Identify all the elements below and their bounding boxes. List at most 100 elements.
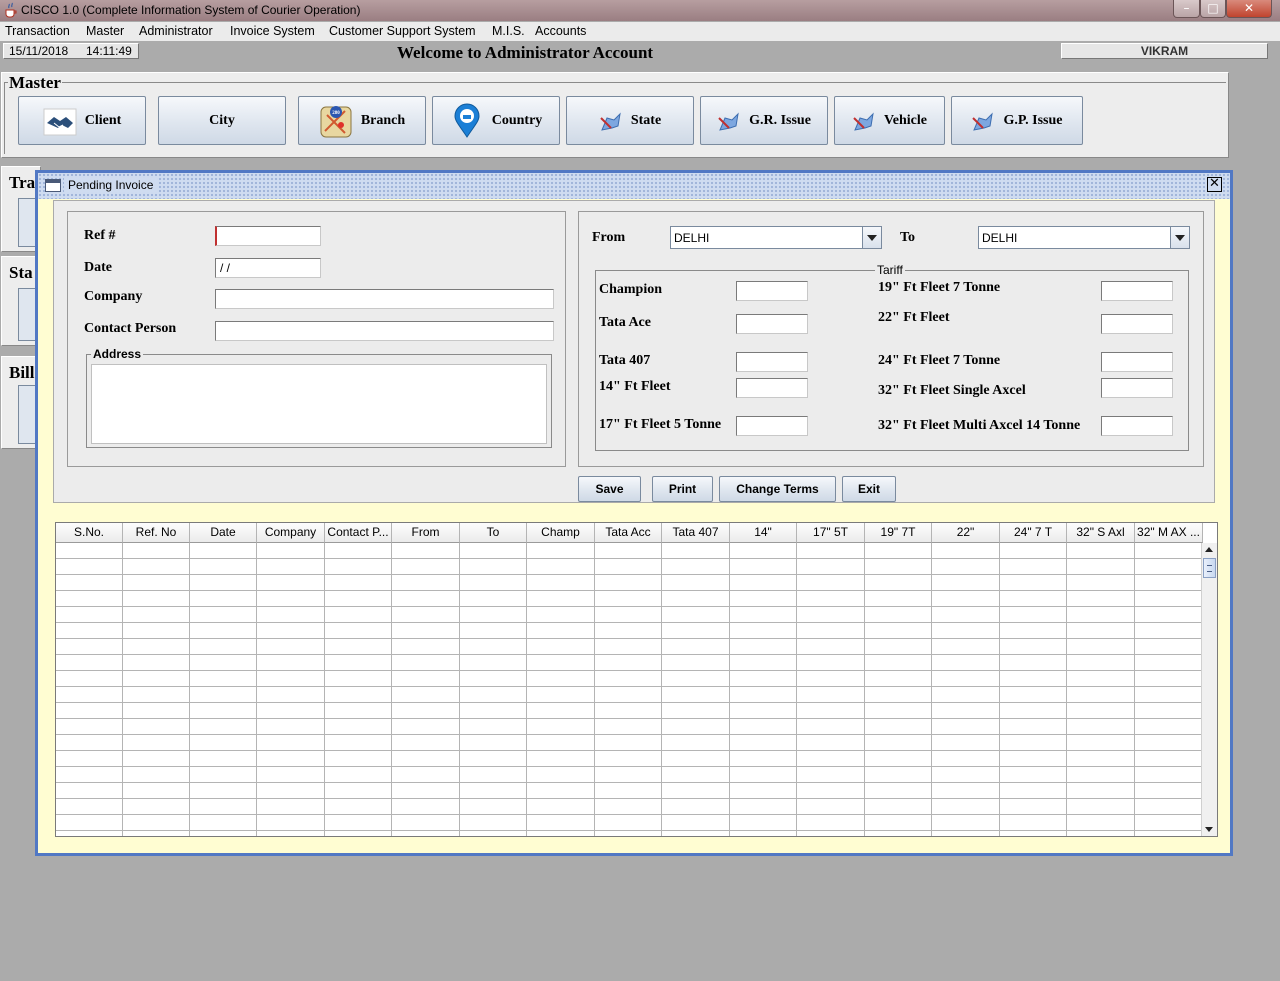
table-cell[interactable] (392, 751, 460, 767)
column-header[interactable]: Date (190, 523, 257, 543)
table-cell[interactable] (56, 607, 123, 623)
vehicle-button[interactable]: Vehicle (834, 96, 945, 145)
table-cell[interactable] (460, 687, 527, 703)
menu-accounts[interactable]: Accounts (535, 24, 586, 38)
table-cell[interactable] (865, 655, 932, 671)
branch-button[interactable]: 280 Branch (298, 96, 426, 145)
table-cell[interactable] (1000, 623, 1067, 639)
table-cell[interactable] (865, 607, 932, 623)
table-cell[interactable] (1067, 735, 1135, 751)
table-cell[interactable] (1067, 783, 1135, 799)
table-cell[interactable] (527, 799, 595, 815)
table-cell[interactable] (56, 783, 123, 799)
table-cell[interactable] (797, 751, 865, 767)
table-cell[interactable] (662, 751, 730, 767)
table-cell[interactable] (1135, 559, 1203, 575)
table-cell[interactable] (257, 671, 325, 687)
table-cell[interactable] (932, 767, 1000, 783)
column-header[interactable]: S.No. (56, 523, 123, 543)
table-cell[interactable] (662, 543, 730, 559)
table-cell[interactable] (1067, 671, 1135, 687)
32-ft-fleet-multi-axcel-input[interactable] (1101, 416, 1173, 436)
table-cell[interactable] (123, 831, 190, 836)
table-cell[interactable] (325, 671, 392, 687)
table-cell[interactable] (932, 575, 1000, 591)
table-cell[interactable] (123, 543, 190, 559)
table-cell[interactable] (56, 799, 123, 815)
table-cell[interactable] (1067, 543, 1135, 559)
window-title-bar[interactable]: CISCO 1.0 (Complete Information System o… (0, 0, 1280, 21)
table-cell[interactable] (730, 767, 797, 783)
table-cell[interactable] (865, 815, 932, 831)
table-cell[interactable] (797, 671, 865, 687)
table-cell[interactable] (123, 735, 190, 751)
table-row[interactable] (56, 623, 1203, 639)
table-cell[interactable] (1135, 639, 1203, 655)
table-cell[interactable] (123, 607, 190, 623)
table-cell[interactable] (932, 607, 1000, 623)
table-cell[interactable] (392, 735, 460, 751)
column-header[interactable]: 19" 7T (865, 523, 932, 543)
dialog-close-button[interactable]: ✕ (1207, 177, 1222, 192)
table-cell[interactable] (325, 751, 392, 767)
table-cell[interactable] (1067, 767, 1135, 783)
table-cell[interactable] (325, 735, 392, 751)
table-cell[interactable] (730, 623, 797, 639)
table-cell[interactable] (1135, 831, 1203, 836)
table-cell[interactable] (123, 703, 190, 719)
table-cell[interactable] (527, 591, 595, 607)
table-cell[interactable] (257, 783, 325, 799)
table-cell[interactable] (190, 751, 257, 767)
table-cell[interactable] (257, 751, 325, 767)
table-cell[interactable] (662, 735, 730, 751)
table-cell[interactable] (1000, 687, 1067, 703)
table-cell[interactable] (460, 719, 527, 735)
column-header[interactable]: 24" 7 T (1000, 523, 1067, 543)
table-cell[interactable] (1135, 655, 1203, 671)
table-row[interactable] (56, 831, 1203, 836)
table-cell[interactable] (392, 799, 460, 815)
city-button[interactable]: City (158, 96, 286, 145)
table-cell[interactable] (730, 671, 797, 687)
table-cell[interactable] (865, 831, 932, 836)
table-cell[interactable] (595, 543, 662, 559)
column-header[interactable]: Company (257, 523, 325, 543)
table-cell[interactable] (662, 815, 730, 831)
table-cell[interactable] (392, 591, 460, 607)
table-cell[interactable] (932, 719, 1000, 735)
table-cell[interactable] (865, 799, 932, 815)
table-cell[interactable] (595, 783, 662, 799)
table-cell[interactable] (56, 703, 123, 719)
table-cell[interactable] (1067, 703, 1135, 719)
table-cell[interactable] (460, 639, 527, 655)
table-cell[interactable] (730, 703, 797, 719)
table-cell[interactable] (392, 623, 460, 639)
column-header[interactable]: From (392, 523, 460, 543)
table-cell[interactable] (1135, 815, 1203, 831)
table-cell[interactable] (123, 815, 190, 831)
table-cell[interactable] (662, 767, 730, 783)
table-cell[interactable] (190, 703, 257, 719)
table-cell[interactable] (932, 543, 1000, 559)
menu-customer-support-system[interactable]: Customer Support System (329, 24, 476, 38)
table-cell[interactable] (1067, 815, 1135, 831)
table-cell[interactable] (190, 767, 257, 783)
table-cell[interactable] (527, 815, 595, 831)
table-cell[interactable] (865, 559, 932, 575)
pending-invoice-table[interactable]: S.No. Ref. No Date Company Contact P... From T… (55, 522, 1218, 837)
table-cell[interactable] (527, 639, 595, 655)
table-row[interactable] (56, 607, 1203, 623)
table-cell[interactable] (730, 575, 797, 591)
table-cell[interactable] (1000, 831, 1067, 836)
table-cell[interactable] (865, 591, 932, 607)
table-cell[interactable] (797, 767, 865, 783)
table-row[interactable] (56, 687, 1203, 703)
table-cell[interactable] (257, 575, 325, 591)
table-cell[interactable] (257, 719, 325, 735)
table-cell[interactable] (190, 719, 257, 735)
table-cell[interactable] (123, 719, 190, 735)
table-cell[interactable] (865, 687, 932, 703)
table-cell[interactable] (1000, 735, 1067, 751)
table-cell[interactable] (392, 783, 460, 799)
table-row[interactable] (56, 751, 1203, 767)
